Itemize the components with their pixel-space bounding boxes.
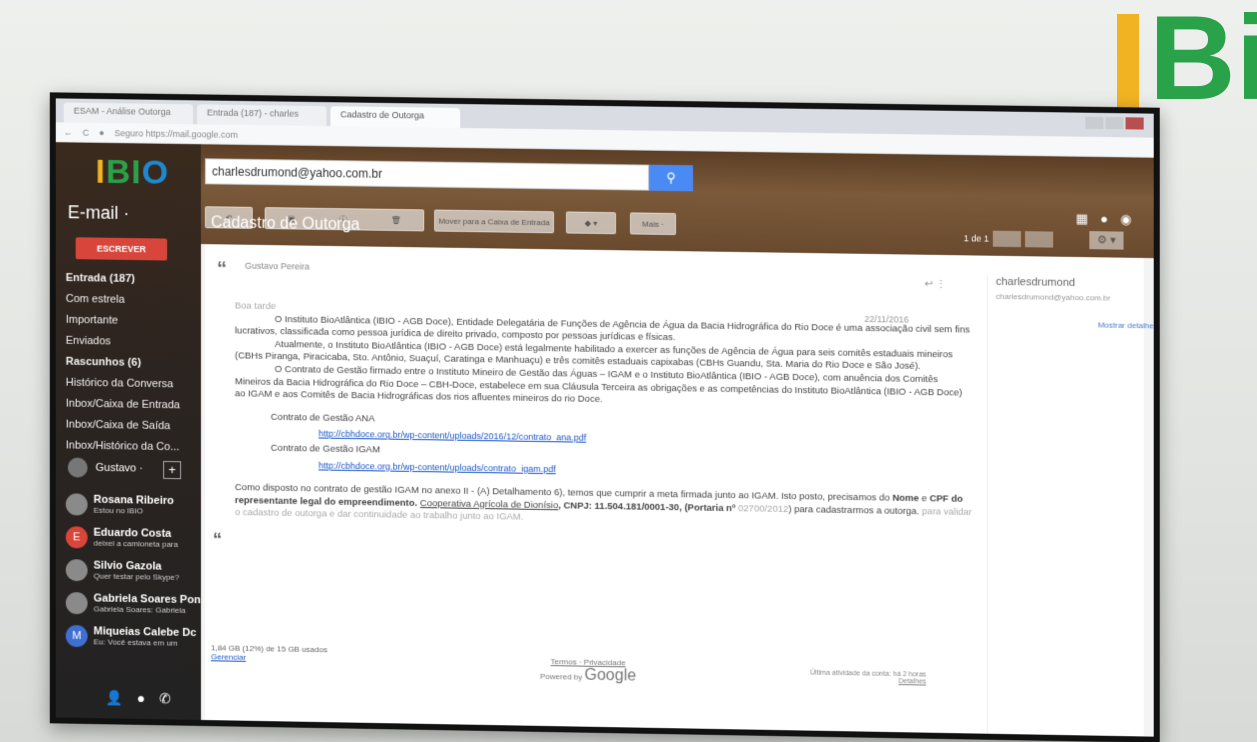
monitor-screen: ESAM - Análise Outorga Entrada (187) - c…	[49, 92, 1160, 742]
search-icon: ⚲	[666, 169, 676, 186]
storage-usage: 1,84 GB (12%) de 15 GB usados Gerenciar	[210, 643, 328, 662]
contact-panel-name: charlesdrumond	[995, 275, 1076, 290]
notifications-icon[interactable]: ●	[1100, 211, 1108, 227]
contact-avatar: E	[65, 525, 88, 548]
folder-sent[interactable]: Enviados	[66, 331, 195, 354]
maximize-button[interactable]	[1105, 116, 1124, 130]
reply-icon[interactable]: ↩ ⋮	[925, 279, 946, 290]
folder-drafts[interactable]: Rascunhos (6)	[66, 352, 195, 375]
labels-button[interactable]: ◆ ▾	[566, 211, 617, 235]
gear-icon: ⚙ ▾	[1097, 234, 1116, 247]
sender-name[interactable]: Gustavo Pereira	[245, 261, 310, 272]
tab-esam[interactable]: ESAM - Análise Outorga	[63, 102, 194, 125]
sender-avatar-icon: “	[216, 258, 227, 281]
tab-inbox[interactable]: Entrada (187) - charles	[196, 104, 327, 127]
last-activity: Última atividade da conta: há 2 horas De…	[810, 669, 927, 686]
folder-inbox-saida[interactable]: Inbox/Caixa de Saída	[66, 415, 195, 438]
avatar	[67, 457, 88, 478]
logo-letters: Bi	[1149, 0, 1257, 125]
reload-icon[interactable]: C	[83, 127, 89, 137]
sidebar-bottom-icons: 👤 ● ✆	[105, 689, 170, 707]
lock-icon: ●	[99, 127, 105, 138]
url-text[interactable]: Seguro https://mail.google.com	[114, 128, 237, 140]
folder-inbox[interactable]: Entrada (187)	[66, 268, 195, 291]
contact-panel-email: charlesdrumond@yahoo.com.br	[995, 291, 1111, 303]
show-details-link[interactable]: Mostrar detalhes	[996, 319, 1154, 330]
contact-avatar	[65, 558, 88, 581]
contact-panel: charlesdrumond charlesdrumond@yahoo.com.…	[986, 275, 1154, 737]
settings-button[interactable]: ⚙ ▾	[1089, 231, 1124, 250]
gmail-app: IBIO E-mail · ESCREVER Entrada (187) Com…	[55, 142, 1154, 737]
pager: 1 de 1	[964, 230, 1054, 248]
chat-icon[interactable]: ●	[137, 690, 145, 707]
footer-center: Termos · Privacidade Powered by Google	[540, 657, 637, 685]
contact-avatar	[65, 591, 88, 614]
contract-links: Contrato de Gestão ANA http://cbhdoce.or…	[271, 412, 975, 483]
logo-yellow-bar	[1117, 14, 1139, 116]
hangouts-user[interactable]: Gustavo ·	[67, 457, 143, 478]
folder-history[interactable]: Histórico da Conversa	[66, 373, 195, 396]
tab-cadastro[interactable]: Cadastro de Outorga	[330, 106, 461, 128]
contact-avatar: M	[65, 624, 88, 647]
closing-paragraph: Como disposto no contrato de gestão IGAM…	[234, 482, 972, 524]
account-avatar-icon[interactable]: ◉	[1120, 211, 1131, 227]
sidebar: IBIO E-mail · ESCREVER Entrada (187) Com…	[55, 142, 201, 720]
apps-grid-icon[interactable]: ▦	[1076, 211, 1088, 227]
message-pane: Cadastro de Outorga 1 de 1 ⚙ ▾ “ Gustavo…	[204, 214, 1154, 737]
contact-item[interactable]: Rosana Ribeiro Estou no IBIO	[65, 487, 201, 522]
minimize-button[interactable]	[1085, 116, 1104, 130]
search-button[interactable]: ⚲	[649, 164, 694, 192]
folder-starred[interactable]: Com estrela	[66, 289, 195, 312]
signature-icon: “	[212, 529, 222, 550]
back-icon[interactable]: ←	[64, 127, 73, 137]
coop-link[interactable]: Cooperativa Agrícola de Dionísio	[420, 498, 558, 511]
compose-button[interactable]: ESCREVER	[75, 237, 168, 261]
contact-item[interactable]: Silvio Gazola Quer testar pelo Skype?	[65, 553, 201, 588]
person-icon[interactable]: 👤	[105, 689, 122, 706]
label-icon: ◆ ▾	[584, 218, 598, 228]
ibio-corner-logo: Bi	[1117, 0, 1257, 121]
more-button[interactable]: Mais ·	[630, 212, 677, 236]
contact-avatar	[65, 492, 88, 516]
window-controls[interactable]	[1085, 116, 1144, 130]
message-body: Boa tarde O Instituto BioAtlântica (IBIO…	[235, 300, 975, 532]
next-page-button[interactable]	[1025, 231, 1054, 248]
details-link[interactable]: Detalhes	[810, 677, 926, 685]
phone-icon[interactable]: ✆	[159, 690, 171, 707]
contact-item[interactable]: E Eduardo Costa deixei a camioneta para	[65, 520, 201, 555]
trash-icon[interactable]: 🗑	[391, 210, 401, 230]
prev-page-button[interactable]	[992, 230, 1021, 248]
folder-list: Entrada (187) Com estrela Importante Env…	[66, 268, 195, 458]
account-icons: ▦ ● ◉	[1076, 211, 1132, 228]
google-logo: Google	[584, 666, 637, 685]
add-contact-button[interactable]: +	[163, 460, 182, 480]
contact-item[interactable]: Gabriela Soares Pon Gabriela Soares: Gabr…	[65, 586, 201, 621]
folder-inbox-entrada[interactable]: Inbox/Caixa de Entrada	[66, 394, 195, 417]
contact-item[interactable]: M Miqueias Calebe Dc Eu: Você estava em um	[65, 619, 201, 654]
message-subject: Cadastro de Outorga	[210, 214, 360, 234]
close-button[interactable]	[1125, 117, 1144, 130]
folder-important[interactable]: Importante	[66, 310, 195, 333]
ibio-logo: IBIO	[95, 152, 170, 192]
contact-list: Rosana Ribeiro Estou no IBIO E Eduardo Cos…	[65, 487, 201, 654]
move-to-inbox-button[interactable]: Mover para a Caixa de Entrada	[434, 209, 555, 234]
browser-window: ESAM - Análise Outorga Entrada (187) - c…	[55, 98, 1154, 737]
folder-inbox-historico[interactable]: Inbox/Histórico da Co...	[66, 435, 195, 458]
mail-menu-label[interactable]: E-mail ·	[68, 202, 130, 224]
